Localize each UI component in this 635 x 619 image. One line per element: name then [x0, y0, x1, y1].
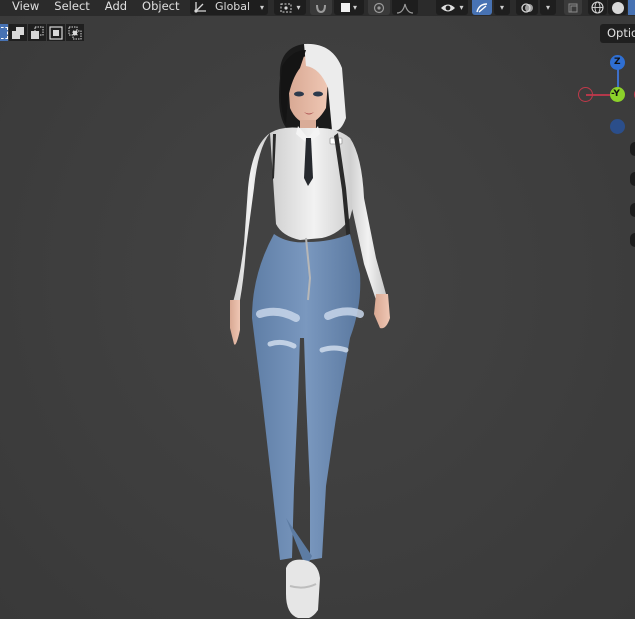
- overlays-dropdown[interactable]: ▾: [540, 0, 556, 15]
- viewport-header: View Select Add Object Global ▾ ▾ ▾ ▾ ▾ …: [0, 0, 635, 16]
- wireframe-shading-button[interactable]: [588, 0, 607, 15]
- 3d-viewport[interactable]: View Select Add Object Global ▾ ▾ ▾ ▾ ▾ …: [0, 0, 635, 619]
- gizmo-y-axis-neg[interactable]: -Y: [610, 87, 625, 102]
- solid-shading-button[interactable]: [608, 0, 627, 15]
- eye-visibility-icon: [441, 4, 456, 11]
- perspective-toggle-button[interactable]: [630, 233, 635, 247]
- falloff-curve-icon: [396, 3, 414, 14]
- navigation-gizmo[interactable]: Z -Y: [575, 50, 635, 140]
- chevron-down-icon: ▾: [296, 3, 301, 12]
- selection-mode-buttons: [0, 24, 85, 42]
- select-intersect-icon: [68, 26, 82, 39]
- gizmo-z-axis[interactable]: Z: [610, 55, 625, 70]
- snap-target-dropdown[interactable]: ▾: [334, 0, 364, 15]
- gizmo-toggle-icon: [476, 2, 488, 13]
- chevron-down-icon: ▾: [499, 3, 504, 12]
- menu-view[interactable]: View: [12, 0, 39, 15]
- overlays-toggle[interactable]: [516, 0, 538, 15]
- gizmo-dropdown[interactable]: ▾: [494, 0, 510, 15]
- header-menu: View Select Add Object: [0, 0, 180, 16]
- transform-orientation-dropdown[interactable]: Global ▾: [190, 0, 268, 15]
- overlays-icon: [521, 2, 533, 13]
- wireframe-shading-icon: [591, 1, 604, 14]
- chevron-down-icon: ▾: [259, 3, 264, 12]
- select-mode-invert-button[interactable]: [47, 24, 65, 41]
- falloff-dropdown[interactable]: [392, 0, 418, 15]
- select-mode-extend-button[interactable]: [9, 24, 27, 41]
- menu-select[interactable]: Select: [54, 0, 89, 15]
- menu-object[interactable]: Object: [142, 0, 179, 15]
- select-invert-icon: [49, 25, 63, 40]
- pivot-point-icon: [280, 3, 292, 12]
- camera-view-button[interactable]: [630, 203, 635, 217]
- material-shading-button[interactable]: [628, 0, 635, 15]
- proportional-editing-toggle[interactable]: [368, 0, 390, 15]
- move-view-button[interactable]: [630, 172, 635, 186]
- gizmo-y-label: -Y: [611, 89, 620, 99]
- xray-toggle[interactable]: [564, 0, 582, 15]
- xray-toggle-icon: [568, 3, 578, 12]
- zoom-view-button[interactable]: [630, 142, 635, 156]
- snap-target-icon: [340, 3, 350, 12]
- snap-toggle[interactable]: [310, 0, 332, 15]
- snap-magnet-icon: [316, 4, 326, 13]
- gizmo-z-axis-neg[interactable]: [610, 119, 625, 134]
- character-model[interactable]: [200, 38, 420, 618]
- menu-add[interactable]: Add: [105, 0, 127, 15]
- pivot-point-dropdown[interactable]: ▾: [274, 0, 306, 15]
- visibility-dropdown[interactable]: ▾: [436, 0, 468, 15]
- gizmo-x-axis-neg[interactable]: [578, 87, 593, 102]
- select-mode-new-button[interactable]: [0, 24, 8, 41]
- select-new-icon: [0, 26, 8, 39]
- select-extend-icon: [12, 26, 24, 39]
- solid-shading-icon: [611, 1, 624, 14]
- select-mode-intersect-button[interactable]: [66, 24, 84, 41]
- transform-orientation-icon: [194, 2, 206, 13]
- select-subtract-icon: [31, 26, 44, 39]
- proportional-editing-icon: [373, 2, 385, 13]
- transform-orientation-label: Global: [215, 0, 251, 13]
- chevron-down-icon: ▾: [459, 3, 464, 12]
- chevron-down-icon: ▾: [545, 3, 550, 12]
- gizmo-toggle[interactable]: [472, 0, 492, 15]
- chevron-down-icon: ▾: [352, 3, 357, 12]
- gizmo-z-label: Z: [614, 57, 621, 67]
- select-mode-subtract-button[interactable]: [28, 24, 46, 41]
- options-button[interactable]: Optio: [600, 24, 635, 43]
